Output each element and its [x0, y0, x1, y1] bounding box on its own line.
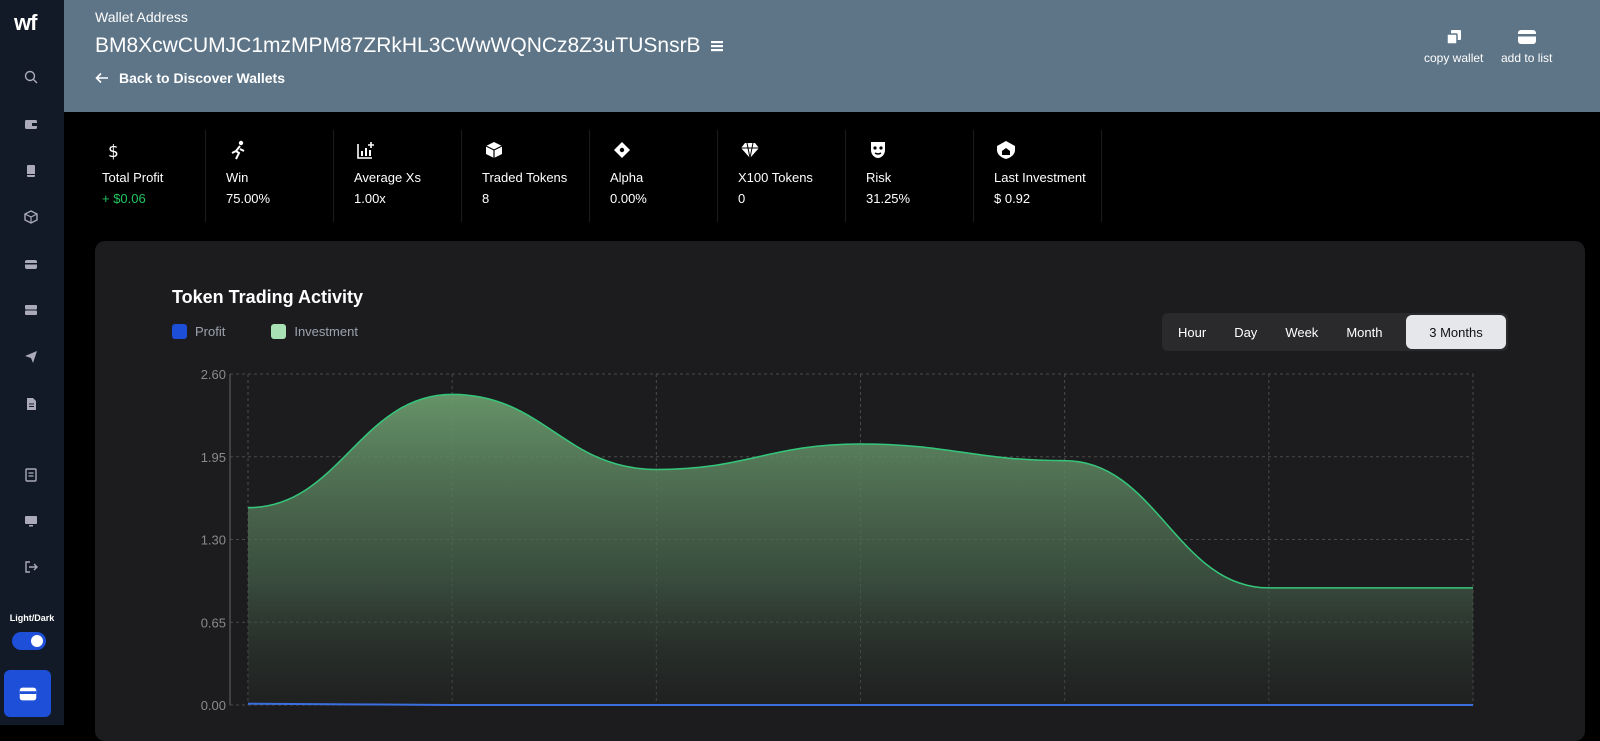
- app-logo[interactable]: wf: [14, 10, 37, 36]
- back-link-label: Back to Discover Wallets: [119, 70, 285, 86]
- diamond-dot-icon: [614, 142, 630, 158]
- logout-icon: [25, 561, 38, 573]
- y-tick-label: 1.95: [201, 450, 226, 465]
- wallet-address: BM8XcwCUMJC1mzMPM87ZRkHL3CWwWQNCz8Z3uTUS…: [95, 34, 725, 58]
- toggle-knob: [31, 635, 43, 647]
- chart-panel: Token Trading Activity Profit Investment…: [95, 241, 1585, 741]
- wallet-header: Wallet Address BM8XcwCUMJC1mzMPM87ZRkHL3…: [64, 0, 1600, 112]
- copy-wallet-label: copy wallet: [1424, 51, 1484, 65]
- sidebar-item-monitor[interactable]: [22, 512, 40, 530]
- y-tick-label: 1.30: [201, 533, 226, 548]
- stat-value: 0.00%: [610, 191, 647, 206]
- gem-icon: [741, 142, 759, 159]
- copy-wallet-button[interactable]: copy wallet: [1424, 28, 1483, 65]
- server-icon: [25, 305, 37, 315]
- add-to-list-button[interactable]: add to list: [1501, 28, 1552, 65]
- stat-label: Last Investment: [994, 170, 1086, 185]
- stat-total-profit: $ Total Profit + $0.06: [64, 130, 206, 222]
- stat-average-xs: Average Xs 1.00x: [334, 130, 462, 222]
- theme-toggle[interactable]: [12, 632, 46, 650]
- chart-plus-icon: [357, 142, 374, 159]
- stats-row: $ Total Profit + $0.06 Win 75.00% Average Xs 1…: [64, 130, 1600, 222]
- monitor-icon: [25, 516, 37, 527]
- receipt-icon: [25, 468, 37, 482]
- wallet-icon: [1517, 30, 1536, 44]
- sidebar-item-book[interactable]: [22, 162, 40, 180]
- mask-icon: [871, 142, 885, 158]
- dollar-icon: $: [108, 142, 119, 160]
- sidebar-item-document[interactable]: [22, 395, 40, 413]
- stat-x100-tokens: X100 Tokens 0: [718, 130, 846, 222]
- stat-value: 8: [482, 191, 490, 206]
- stat-value: 1.00x: [354, 191, 386, 206]
- sidebar: wf Light/Dark: [0, 0, 64, 725]
- stat-label: Risk: [866, 170, 892, 185]
- document-icon: [27, 398, 36, 410]
- trading-activity-chart: 0.00 0.65 1.30 1.95 2.60: [201, 367, 1474, 713]
- sidebar-item-search[interactable]: [22, 68, 40, 86]
- wallet-icon: [19, 687, 36, 700]
- cube-icon: [485, 142, 503, 158]
- stat-label: Average Xs: [354, 170, 421, 185]
- book-icon: [27, 165, 35, 177]
- sidebar-item-send[interactable]: [22, 348, 40, 366]
- sidebar-item-logout[interactable]: [22, 558, 40, 576]
- send-icon: [25, 351, 37, 363]
- stat-win: Win 75.00%: [206, 130, 334, 222]
- wallet-address-text: BM8XcwCUMJC1mzMPM87ZRkHL3CWwWQNCz8Z3uTUS…: [95, 34, 701, 57]
- y-tick-label: 2.60: [201, 367, 226, 382]
- stat-last-investment: Last Investment $ 0.92: [974, 130, 1102, 222]
- sidebar-item-receipt[interactable]: [22, 466, 40, 484]
- wallet-icon: [25, 120, 37, 129]
- stat-label: Traded Tokens: [482, 170, 568, 185]
- sidebar-item-cube[interactable]: [22, 208, 40, 226]
- add-to-list-label: add to list: [1501, 51, 1553, 65]
- stat-value: 75.00%: [226, 191, 271, 206]
- svg-text:$: $: [108, 142, 119, 160]
- sidebar-item-wallet[interactable]: [22, 115, 40, 133]
- sidebar-item-server[interactable]: [22, 301, 40, 319]
- stat-label: Total Profit: [102, 170, 164, 185]
- theme-label: Light/Dark: [9, 613, 55, 623]
- stat-traded-tokens: Traded Tokens 8: [462, 130, 590, 222]
- copy-icon: [1445, 30, 1461, 45]
- stat-risk: Risk 31.25%: [846, 130, 974, 222]
- y-tick-label: 0.65: [201, 615, 226, 630]
- stat-value: 31.25%: [866, 191, 911, 206]
- stat-value: + $0.06: [102, 191, 146, 206]
- coins-icon[interactable]: [709, 38, 725, 54]
- sidebar-item-card[interactable]: [22, 255, 40, 273]
- stat-label: Alpha: [610, 170, 644, 185]
- arrow-left-icon: [95, 72, 108, 84]
- search-icon: [24, 70, 38, 84]
- wallet-button[interactable]: [4, 670, 51, 717]
- stat-label: Win: [226, 170, 249, 185]
- back-to-discover-link[interactable]: Back to Discover Wallets: [95, 70, 285, 86]
- y-tick-label: 0.00: [201, 698, 226, 713]
- stat-value: 0: [738, 191, 746, 206]
- stat-value: $ 0.92: [994, 191, 1031, 206]
- home-shield-icon: [997, 141, 1015, 159]
- wallet-label: Wallet Address: [95, 9, 188, 25]
- runner-icon: [231, 140, 245, 160]
- card-icon: [25, 260, 37, 269]
- stat-label: X100 Tokens: [738, 170, 813, 185]
- cube-icon: [24, 210, 38, 224]
- stat-alpha: Alpha 0.00%: [590, 130, 718, 222]
